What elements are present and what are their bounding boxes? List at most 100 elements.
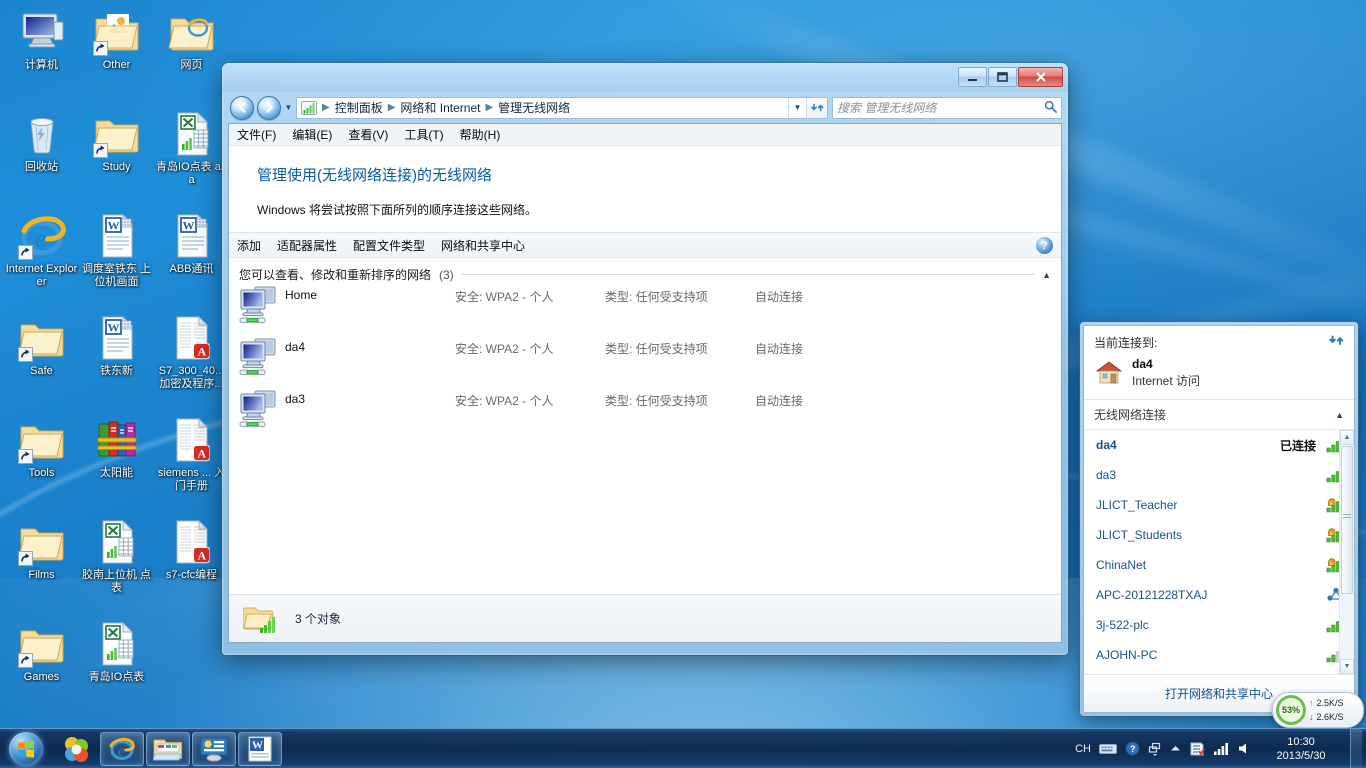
wireless-rows: da4 已连接 da3 JLICT_Teacher JLICT_Students Chin… — [1084, 430, 1354, 670]
wireless-network-row[interactable]: da3 — [1084, 460, 1354, 490]
desktop-icon[interactable]: Tools — [4, 412, 79, 514]
command-profile-type[interactable]: 配置文件类型 — [353, 237, 425, 254]
taskbar-item-internet-explorer[interactable]: e — [100, 731, 144, 766]
desktop-icon[interactable]: 网页 — [154, 4, 229, 106]
arrow-up-icon[interactable] — [1170, 744, 1181, 753]
help-icon[interactable]: ? — [1125, 741, 1140, 756]
window-content: 文件(F) 编辑(E) 查看(V) 工具(T) 帮助(H) 管理使用(无线网络连… — [228, 123, 1062, 643]
desktop-icon[interactable]: Films — [4, 514, 79, 616]
menu-help[interactable]: 帮助(H) — [460, 126, 501, 143]
desktop-icon[interactable]: e Internet Explorer — [4, 208, 79, 310]
menu-edit[interactable]: 编辑(E) — [292, 126, 332, 143]
scroll-down-button[interactable]: ▼ — [1340, 659, 1354, 674]
window-controls — [958, 67, 1063, 87]
back-button[interactable] — [230, 95, 254, 120]
forward-button[interactable] — [257, 95, 281, 120]
overflow-icon[interactable] — [1148, 742, 1162, 756]
winrar-icon — [93, 416, 141, 464]
collapse-icon[interactable]: ▲ — [1335, 410, 1344, 420]
command-adapter-properties[interactable]: 适配器属性 — [277, 237, 337, 254]
scroll-thumb-grip — [1343, 512, 1351, 518]
desktop-icon-label: Films — [28, 569, 55, 581]
taskbar-item-control-panel[interactable] — [192, 731, 236, 766]
wireless-section-header[interactable]: 无线网络连接 ▲ — [1084, 400, 1354, 430]
network-icon[interactable] — [1213, 742, 1230, 756]
refresh-button[interactable] — [806, 96, 828, 119]
desktop-icon[interactable]: Games — [4, 616, 79, 718]
desktop-icon[interactable]: 回收站 — [4, 106, 79, 208]
command-network-sharing-center[interactable]: 网络和共享中心 — [441, 237, 525, 254]
wireless-network-ssid: 3j-522-plc — [1096, 618, 1149, 632]
network-profile-row[interactable]: da4 安全: WPA2 - 个人 类型: 任何受支持项 自动连接 — [229, 335, 1061, 387]
minimize-button[interactable] — [958, 67, 987, 87]
svg-text:W: W — [107, 321, 119, 335]
start-button[interactable] — [2, 730, 50, 768]
wireless-network-row[interactable]: AJOHN-PC — [1084, 640, 1354, 670]
action-center-icon[interactable] — [1189, 741, 1205, 757]
network-speed-widget[interactable]: 53% ↑ 2.5K/S ↓ 2.6K/S — [1272, 692, 1364, 728]
command-add[interactable]: 添加 — [237, 237, 261, 254]
breadcrumb-item-2[interactable]: 管理无线网络 — [495, 99, 573, 116]
network-profile-row[interactable]: Home 安全: WPA2 - 个人 类型: 任何受支持项 自动连接 — [229, 283, 1061, 335]
desktop-icon[interactable]: 太阳能 — [79, 412, 154, 514]
volume-icon[interactable] — [1238, 742, 1252, 755]
current-connection-access: Internet 访问 — [1132, 374, 1201, 388]
desktop-icon-label: siemens ... 入门手册 — [157, 467, 226, 492]
refresh-icon[interactable] — [1329, 333, 1344, 351]
desktop-icon[interactable]: Safe — [4, 310, 79, 412]
computer-icon — [18, 8, 66, 56]
breadcrumb-dropdown-icon[interactable]: ▼ — [788, 97, 806, 118]
desktop-icon-label: Tools — [28, 467, 55, 479]
desktop-icon[interactable]: W 铁东新 — [79, 310, 154, 412]
svg-text:A: A — [197, 549, 206, 563]
menu-tools[interactable]: 工具(T) — [404, 126, 443, 143]
search-input[interactable]: 搜索 管理无线网络 — [832, 96, 1062, 119]
wireless-network-row[interactable]: APC-20121228TXAJ — [1084, 580, 1354, 610]
network-profile-name: Home — [285, 288, 318, 302]
breadcrumb-item-1[interactable]: 网络和 Internet — [397, 99, 483, 116]
desktop-icon[interactable]: As7-cfc编程 — [154, 514, 229, 616]
menu-view[interactable]: 查看(V) — [348, 126, 388, 143]
clock[interactable]: 10:30 2013/5/30 — [1260, 735, 1342, 763]
desktop-icon[interactable]: W 调度室铁东 上位机画面 — [79, 208, 154, 310]
desktop-icon[interactable]: 青岛IO点表 aaa — [154, 106, 229, 208]
network-profile-row[interactable]: da3 安全: WPA2 - 个人 类型: 任何受支持项 自动连接 — [229, 387, 1061, 439]
desktop-icon[interactable]: W ABB通讯 — [154, 208, 229, 310]
current-connection-row: da4 Internet 访问 — [1094, 357, 1344, 389]
network-flyout: 当前连接到: da4 Internet 访问 无线网络连接 ▲ da4 已连接 … — [1080, 322, 1358, 716]
desktop-icon[interactable]: 青岛IO点表 — [79, 616, 154, 718]
desktop-icon[interactable]: 胶南上位机 点表 — [79, 514, 154, 616]
wireless-network-row[interactable]: ChinaNet — [1084, 550, 1354, 580]
desktop-icon[interactable]: 计算机 — [4, 4, 79, 106]
help-icon[interactable]: ? — [1036, 237, 1053, 254]
ie-icon: e — [17, 212, 66, 260]
breadcrumb-item-0[interactable]: 控制面板 — [332, 99, 386, 116]
pdf-icon: A — [168, 518, 216, 566]
wireless-network-ssid: JLICT_Teacher — [1096, 498, 1178, 512]
maximize-button[interactable] — [988, 67, 1017, 87]
wireless-network-row[interactable]: JLICT_Teacher — [1084, 490, 1354, 520]
folder-icon — [17, 416, 66, 464]
wireless-network-row[interactable]: JLICT_Students — [1084, 520, 1354, 550]
scroll-up-button[interactable]: ▲ — [1340, 430, 1354, 445]
desktop-icon[interactable]: Other — [79, 4, 154, 106]
history-dropdown-icon[interactable]: ▼ — [281, 97, 296, 119]
show-desktop-button[interactable] — [1350, 729, 1362, 768]
keyboard-icon[interactable] — [1099, 743, 1117, 755]
desktop-icon[interactable]: A S7_300_40... 加密及程序... — [154, 310, 229, 412]
taskbar-item-word[interactable]: W — [238, 731, 282, 766]
collapse-icon[interactable]: ▲ — [1042, 270, 1051, 280]
menu-file[interactable]: 文件(F) — [237, 126, 276, 143]
taskbar-item-colorballs[interactable] — [54, 732, 98, 766]
window-titlebar[interactable] — [222, 63, 1068, 92]
ime-indicator[interactable]: CH — [1075, 743, 1091, 755]
taskbar-item-windows-explorer[interactable] — [146, 731, 190, 766]
flyout-scrollbar[interactable]: ▲ ▼ — [1339, 430, 1354, 674]
wireless-network-row[interactable]: 3j-522-plc — [1084, 610, 1354, 640]
wireless-network-row[interactable]: da4 已连接 — [1084, 430, 1354, 460]
scroll-thumb[interactable] — [1341, 446, 1353, 594]
desktop-icon[interactable]: Study — [79, 106, 154, 208]
close-button[interactable] — [1018, 67, 1063, 87]
breadcrumb[interactable]: ▶ 控制面板 ▶ 网络和 Internet ▶ 管理无线网络 ▼ — [296, 96, 806, 119]
desktop-icon[interactable]: Asiemens ... 入门手册 — [154, 412, 229, 514]
